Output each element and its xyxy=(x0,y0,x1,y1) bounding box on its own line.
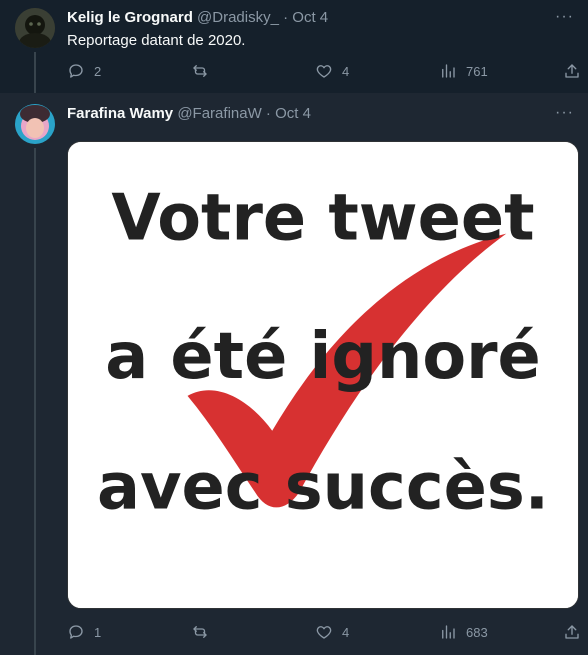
handle[interactable]: @FarafinaW xyxy=(177,105,261,122)
meme-line-1: Votre tweet xyxy=(111,182,534,256)
views-count: 683 xyxy=(466,624,488,640)
avatar-farafina[interactable] xyxy=(15,104,55,144)
like-count: 4 xyxy=(342,624,350,640)
thread-line xyxy=(34,148,36,655)
more-icon[interactable]: ··· xyxy=(555,9,574,25)
retweet-button[interactable] xyxy=(191,623,218,641)
more-icon[interactable]: ··· xyxy=(555,105,574,121)
share-icon xyxy=(565,64,579,78)
retweet-button[interactable] xyxy=(191,62,218,80)
views-icon xyxy=(442,625,455,639)
display-name[interactable]: Kelig le Grognard xyxy=(67,9,193,26)
reply-count: 2 xyxy=(94,63,102,79)
views-icon xyxy=(442,64,455,78)
tweet-date[interactable]: · Oct 4 xyxy=(266,105,311,122)
meme-line-3: avec succès. xyxy=(97,450,549,524)
heart-icon xyxy=(316,626,332,639)
retweet-icon xyxy=(193,626,207,638)
tweet-actions: 1 4 683 xyxy=(67,623,579,643)
share-icon xyxy=(565,625,579,639)
tweet-header: Kelig le Grognard @Dradisky_ · Oct 4 xyxy=(67,8,328,28)
views-button[interactable]: 761 xyxy=(439,62,488,80)
share-button[interactable] xyxy=(563,62,581,80)
thread-line xyxy=(34,52,36,93)
reply-icon xyxy=(69,625,83,639)
views-button[interactable]: 683 xyxy=(439,623,488,641)
retweet-icon xyxy=(193,65,207,77)
reply-button[interactable]: 2 xyxy=(67,62,101,80)
reply-icon xyxy=(69,64,83,78)
share-button[interactable] xyxy=(563,623,581,641)
like-button[interactable]: 4 xyxy=(315,623,349,641)
meme-line-2: a été ignoré xyxy=(105,320,541,394)
tweet-header: Farafina Wamy @FarafinaW · Oct 4 xyxy=(67,104,311,124)
reply-count: 1 xyxy=(94,624,102,640)
tweet-date[interactable]: · Oct 4 xyxy=(283,9,328,26)
avatar-kelig[interactable] xyxy=(15,8,55,48)
tweet-actions: 2 4 761 xyxy=(67,62,579,82)
views-count: 761 xyxy=(466,63,488,79)
display-name[interactable]: Farafina Wamy xyxy=(67,105,173,122)
reply-button[interactable]: 1 xyxy=(67,623,101,641)
tweet-farafina[interactable]: Farafina Wamy @FarafinaW · Oct 4 ··· Vot… xyxy=(0,93,588,655)
tweet-media-image[interactable]: Votre tweet a été ignoré avec succès. xyxy=(67,141,579,609)
tweet-text: Reportage datant de 2020. xyxy=(67,32,246,49)
heart-icon xyxy=(316,65,332,78)
like-button[interactable]: 4 xyxy=(315,62,349,80)
tweet-kelig[interactable]: Kelig le Grognard @Dradisky_ · Oct 4 ···… xyxy=(0,0,588,93)
like-count: 4 xyxy=(342,63,350,79)
handle[interactable]: @Dradisky_ xyxy=(197,9,279,26)
